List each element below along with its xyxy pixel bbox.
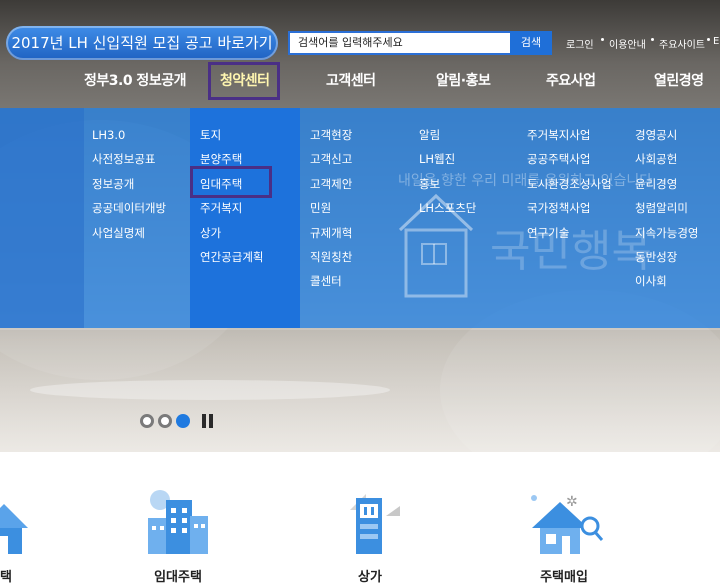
english-link[interactable]: E xyxy=(713,36,719,47)
menu-item[interactable]: 콜센터 xyxy=(310,273,352,297)
menu-item[interactable]: 고객신고 xyxy=(310,151,352,175)
slide-dot-3[interactable] xyxy=(176,414,190,428)
menu-item[interactable]: 청렴알리미 xyxy=(635,200,698,224)
recruit-banner-button[interactable]: 2017년 LH 신입직원 모집 공고 바로가기 xyxy=(6,26,278,60)
svg-text:✲: ✲ xyxy=(566,494,578,510)
quick-menu-label: 임대주택 xyxy=(154,570,202,585)
mega-col-news: 알림 LH웹진 홍보 LH스포츠단 xyxy=(419,127,476,225)
menu-item[interactable]: 이사회 xyxy=(635,273,698,297)
menu-item[interactable]: LH스포츠단 xyxy=(419,200,476,224)
menu-item[interactable]: 사업실명제 xyxy=(92,225,166,249)
quick-menu-house-purchase[interactable]: ✲ 주택매입 xyxy=(524,486,604,586)
menu-item[interactable]: 직원칭찬 xyxy=(310,249,352,273)
slide-dot-1[interactable] xyxy=(140,414,154,428)
menu-item-shops[interactable]: 상가 xyxy=(200,225,263,249)
menu-item[interactable]: 공공데이터개방 xyxy=(92,200,166,224)
mega-col-gov30: LH3.0 사전정보공표 정보공개 공공데이터개방 사업실명제 xyxy=(92,127,166,249)
separator-dot-icon xyxy=(601,38,604,41)
quick-menu-rental-housing[interactable]: 임대주택 xyxy=(138,486,218,586)
quick-menu-label: 상가 xyxy=(358,570,382,585)
menu-item[interactable]: 도시환경조성사업 xyxy=(527,176,612,200)
menu-item[interactable]: 지속가능경영 xyxy=(635,225,698,249)
search-input[interactable]: 검색어를 입력해주세요 xyxy=(288,31,514,55)
login-link[interactable]: 로그인 xyxy=(566,36,594,51)
menu-item[interactable]: 공공주택사업 xyxy=(527,151,612,175)
menu-item[interactable]: 고객현장 xyxy=(310,127,352,151)
quick-menu-label: 주택 xyxy=(0,570,12,585)
menu-item[interactable]: 고객제안 xyxy=(310,176,352,200)
usage-guide-link[interactable]: 이용안내 xyxy=(609,36,646,51)
quick-menu-label: 주택매입 xyxy=(540,570,588,585)
menu-item[interactable]: 정보공개 xyxy=(92,176,166,200)
search-button[interactable]: 검색 xyxy=(510,31,552,55)
separator-dot-icon xyxy=(707,38,710,41)
menu-item[interactable]: 사회공헌 xyxy=(635,151,698,175)
top-bar: 2017년 LH 신입직원 모집 공고 바로가기 검색어를 입력해주세요 검색 … xyxy=(0,0,720,108)
menu-item[interactable]: LH웹진 xyxy=(419,151,476,175)
menu-item-land[interactable]: 토지 xyxy=(200,127,263,151)
quick-menu-housing[interactable]: 주택 xyxy=(0,486,40,586)
menu-item[interactable]: 사전정보공표 xyxy=(92,151,166,175)
mega-col-business: 주거복지사업 공공주택사업 도시환경조성사업 국가정책사업 연구기술 xyxy=(527,127,612,249)
menu-item[interactable]: 국가정책사업 xyxy=(527,200,612,224)
separator-dot-icon xyxy=(651,38,654,41)
menu-item[interactable]: 규제개혁 xyxy=(310,225,352,249)
menu-item[interactable]: 경영공시 xyxy=(635,127,698,151)
gnb-active-highlight xyxy=(208,62,280,100)
menu-item[interactable]: 동반성장 xyxy=(635,249,698,273)
gnb-business[interactable]: 주요사업 xyxy=(546,70,596,92)
menu-item[interactable]: 알림 xyxy=(419,127,476,151)
menu-item-annual-plan[interactable]: 연간공급계획 xyxy=(200,249,263,273)
quick-menu-shops[interactable]: 상가 xyxy=(330,486,410,586)
gnb-management[interactable]: 열린경영 xyxy=(654,70,704,92)
menu-item[interactable]: 윤리경영 xyxy=(635,176,698,200)
commercial-building-icon xyxy=(350,494,400,554)
gnb-gov30[interactable]: 정부3.0 정보공개 xyxy=(84,70,186,92)
menu-item[interactable]: 연구기술 xyxy=(527,225,612,249)
menu-item[interactable]: LH3.0 xyxy=(92,127,166,151)
apartment-buildings-icon xyxy=(148,490,208,554)
main-sites-link[interactable]: 주요사이트 xyxy=(659,36,705,51)
house-icon xyxy=(0,504,28,554)
menu-item[interactable]: 민원 xyxy=(310,200,352,224)
slide-dot-2[interactable] xyxy=(158,414,172,428)
menu-item[interactable]: 주거복지사업 xyxy=(527,127,612,151)
gnb-news[interactable]: 알림·홍보 xyxy=(436,70,491,92)
house-search-icon: ✲ xyxy=(531,494,604,554)
submenu-active-highlight xyxy=(190,166,272,198)
mega-menu-shade xyxy=(0,108,84,328)
mega-col-customer: 고객현장 고객신고 고객제안 민원 규제개혁 직원칭찬 콜센터 xyxy=(310,127,352,298)
menu-item-housing-welfare[interactable]: 주거복지 xyxy=(200,200,263,224)
mega-col-management: 경영공시 사회공헌 윤리경영 청렴알리미 지속가능경영 동반성장 이사회 xyxy=(635,127,698,298)
mega-col-subscription: 토지 분양주택 임대주택 주거복지 상가 연간공급계획 xyxy=(200,127,263,273)
menu-item[interactable]: 홍보 xyxy=(419,176,476,200)
pause-icon[interactable] xyxy=(202,414,214,428)
gnb-customer[interactable]: 고객센터 xyxy=(326,70,376,92)
